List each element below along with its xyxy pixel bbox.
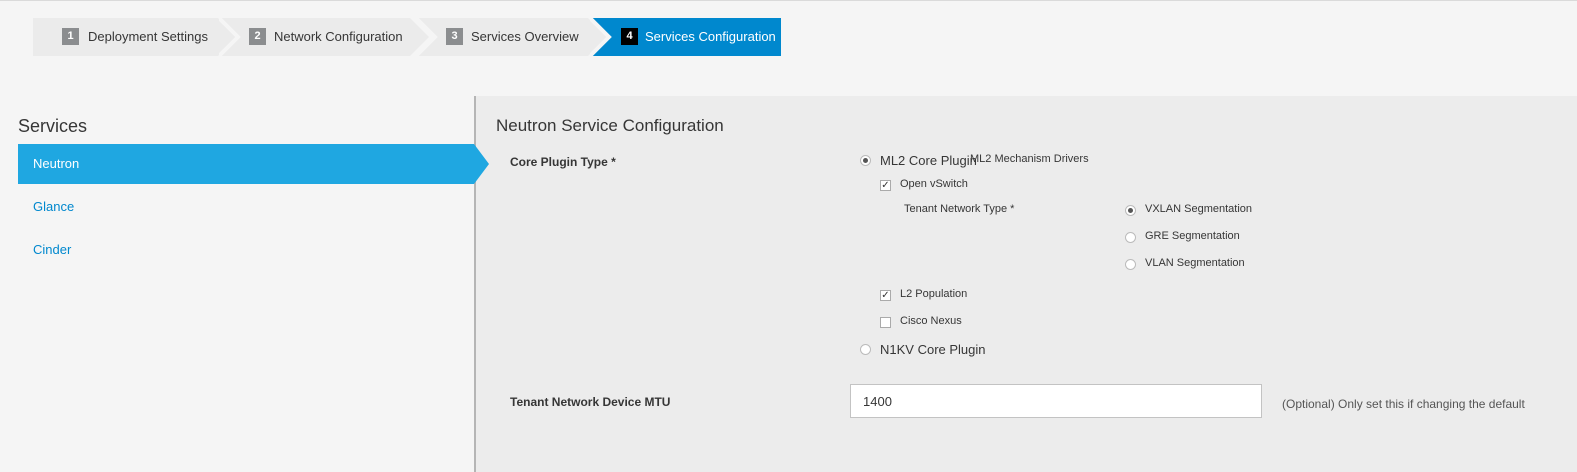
gre-radio[interactable] bbox=[1125, 232, 1136, 243]
wizard-step-services-overview[interactable]: 3 Services Overview bbox=[416, 18, 607, 56]
l2-population-label: L2 Population bbox=[900, 288, 968, 300]
cisco-nexus-checkbox[interactable] bbox=[880, 317, 891, 328]
tenant-network-type-label: Tenant Network Type * bbox=[904, 203, 1015, 215]
sidebar-title: Services bbox=[18, 116, 88, 136]
step-label: Deployment Settings bbox=[88, 29, 208, 44]
step-label: Services Configuration bbox=[645, 29, 776, 44]
sidebar-item-cinder[interactable]: Cinder bbox=[18, 230, 474, 270]
step-label: Network Configuration bbox=[274, 29, 403, 44]
page-title: Neutron Service Configuration bbox=[496, 116, 724, 135]
step-number: 3 bbox=[446, 28, 463, 45]
mtu-input[interactable] bbox=[850, 384, 1262, 418]
gre-label: GRE Segmentation bbox=[1145, 230, 1240, 242]
wizard-step-network-configuration[interactable]: 2 Network Configuration bbox=[219, 18, 429, 56]
mtu-label: Tenant Network Device MTU bbox=[510, 395, 671, 409]
step-label: Services Overview bbox=[471, 29, 579, 44]
sidebar-item-neutron[interactable]: Neutron bbox=[18, 144, 474, 184]
vlan-radio[interactable] bbox=[1125, 259, 1136, 270]
core-plugin-label: Core Plugin Type * bbox=[510, 155, 616, 169]
ml2-core-plugin-label: ML2 Core Plugin bbox=[880, 153, 977, 168]
active-item-arrow bbox=[474, 144, 489, 184]
wizard-step-deployment-settings[interactable]: 1 Deployment Settings bbox=[33, 18, 237, 56]
ml2-core-plugin-radio[interactable] bbox=[860, 155, 871, 166]
top-border bbox=[0, 0, 1577, 1]
step-number: 1 bbox=[62, 28, 79, 45]
step-number: 2 bbox=[249, 28, 266, 45]
sidebar-item-glance[interactable]: Glance bbox=[18, 187, 474, 227]
vxlan-label: VXLAN Segmentation bbox=[1145, 203, 1253, 215]
n1kv-core-plugin-label: N1KV Core Plugin bbox=[880, 342, 986, 357]
n1kv-core-plugin-radio[interactable] bbox=[860, 344, 871, 355]
step-number: 4 bbox=[621, 28, 638, 45]
open-vswitch-label: Open vSwitch bbox=[900, 178, 968, 190]
open-vswitch-checkbox[interactable]: ✓ bbox=[880, 180, 891, 191]
l2-population-checkbox[interactable]: ✓ bbox=[880, 290, 891, 301]
vxlan-radio[interactable] bbox=[1125, 205, 1136, 216]
vlan-label: VLAN Segmentation bbox=[1145, 257, 1245, 269]
mtu-help-text: (Optional) Only set this if changing the… bbox=[1282, 397, 1525, 411]
cisco-nexus-label: Cisco Nexus bbox=[900, 315, 962, 327]
ml2-drivers-label: ML2 Mechanism Drivers bbox=[970, 153, 1089, 165]
wizard-step-services-configuration[interactable]: 4 Services Configuration bbox=[590, 18, 782, 56]
